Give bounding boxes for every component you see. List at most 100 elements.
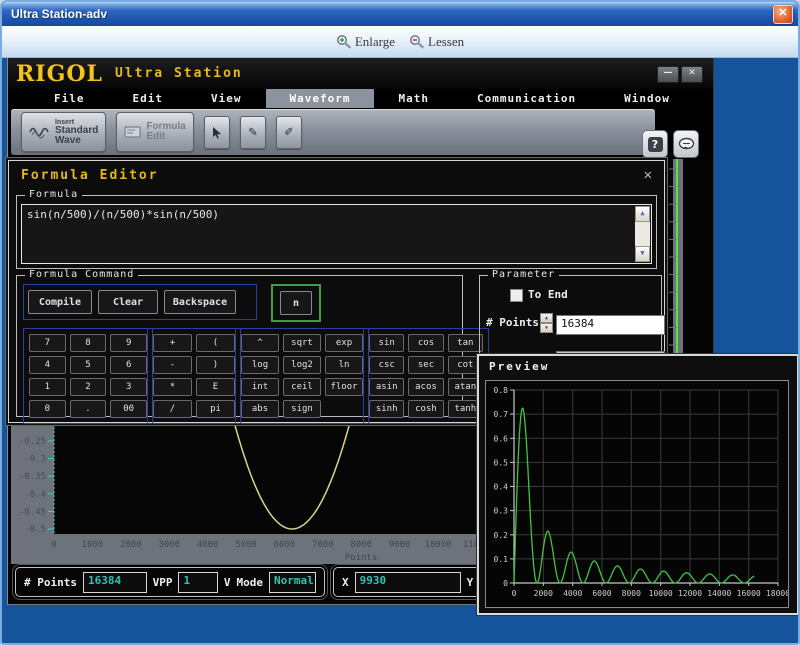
points-input[interactable]: 16384 bbox=[556, 315, 665, 335]
key-sec[interactable]: sec bbox=[408, 356, 443, 374]
svg-text:0.1: 0.1 bbox=[494, 555, 509, 564]
svg-text:0.3: 0.3 bbox=[494, 507, 509, 516]
svg-text:14000: 14000 bbox=[707, 589, 731, 598]
menu-item-file[interactable]: File bbox=[30, 89, 109, 108]
svg-text:4000: 4000 bbox=[563, 589, 582, 598]
insert-standard-wave-button[interactable]: Insert Standard Wave bbox=[21, 112, 106, 152]
key-ln[interactable]: ln bbox=[325, 356, 363, 374]
svg-text:12000: 12000 bbox=[678, 589, 702, 598]
key--[interactable]: - bbox=[153, 356, 192, 374]
key-asin[interactable]: asin bbox=[369, 378, 404, 396]
compile-button[interactable]: Compile bbox=[28, 290, 92, 314]
clear-button[interactable]: Clear bbox=[98, 290, 158, 314]
svg-text:4000: 4000 bbox=[197, 540, 219, 550]
key-2[interactable]: 2 bbox=[70, 378, 107, 396]
marker-pen-icon: ✐ bbox=[285, 124, 293, 140]
key-ceil[interactable]: ceil bbox=[283, 378, 321, 396]
scroll-down-icon[interactable]: ▼ bbox=[635, 246, 650, 262]
app-minimize-button[interactable]: — bbox=[657, 66, 679, 83]
key-([interactable]: ( bbox=[196, 334, 235, 352]
key-floor[interactable]: floor bbox=[325, 378, 363, 396]
svg-text:-0.3: -0.3 bbox=[24, 455, 46, 465]
app-close-button[interactable]: ✕ bbox=[681, 66, 703, 83]
variable-n-group: n bbox=[271, 284, 321, 322]
key-.[interactable]: . bbox=[70, 400, 107, 418]
backspace-button[interactable]: Backspace bbox=[164, 290, 236, 314]
key-4[interactable]: 4 bbox=[29, 356, 66, 374]
status-mode-field[interactable]: Normal bbox=[269, 572, 316, 593]
key-^[interactable]: ^ bbox=[241, 334, 279, 352]
status-vpp-field[interactable]: 1 bbox=[178, 572, 217, 593]
formula-group-label: Formula bbox=[25, 189, 82, 200]
cursor-tool-button[interactable] bbox=[204, 116, 230, 149]
toolbar-zone: Insert Standard Wave Formula Edit bbox=[8, 108, 713, 159]
key-exp[interactable]: exp bbox=[325, 334, 363, 352]
numeric-keypad: 789 456 123 0.00 bbox=[23, 328, 153, 424]
key-int[interactable]: int bbox=[241, 378, 279, 396]
key-E[interactable]: E bbox=[196, 378, 235, 396]
key-7[interactable]: 7 bbox=[29, 334, 66, 352]
points-spinner[interactable]: ▲ ▼ bbox=[540, 313, 553, 333]
key-csc[interactable]: csc bbox=[369, 356, 404, 374]
key-cosh[interactable]: cosh bbox=[408, 400, 443, 418]
menu-item-communication[interactable]: Communication bbox=[453, 89, 600, 108]
outer-window: Ultra Station-adv ✕ Enlarge Lessen RIGOL bbox=[0, 0, 800, 645]
to-end-checkbox[interactable] bbox=[510, 289, 523, 302]
spinner-up-icon[interactable]: ▲ bbox=[540, 313, 553, 323]
enlarge-button[interactable]: Enlarge bbox=[336, 34, 395, 50]
screen: Ultra Station-adv ✕ Enlarge Lessen RIGOL bbox=[0, 0, 800, 645]
help-button[interactable]: ? bbox=[642, 130, 668, 158]
menu-item-waveform[interactable]: Waveform bbox=[266, 89, 375, 108]
key-sqrt[interactable]: sqrt bbox=[283, 334, 321, 352]
formula-scrollbar[interactable]: ▲ ▼ bbox=[635, 206, 650, 262]
svg-text:8000: 8000 bbox=[350, 540, 372, 550]
formula-input[interactable]: sin(n/500)/(n/500)*sin(n/500) ▲ ▼ bbox=[21, 204, 652, 264]
key-acos[interactable]: acos bbox=[408, 378, 443, 396]
menu-item-math[interactable]: Math bbox=[374, 89, 453, 108]
app-titlebar[interactable]: RIGOL Ultra Station — ✕ bbox=[8, 58, 713, 89]
parameter-group-label: Parameter bbox=[488, 269, 559, 280]
key-log2[interactable]: log2 bbox=[283, 356, 321, 374]
key-9[interactable]: 9 bbox=[110, 334, 147, 352]
key-*[interactable]: * bbox=[153, 378, 192, 396]
status-x-label: X bbox=[342, 576, 349, 589]
pen-tool-button[interactable]: ✎ bbox=[240, 116, 266, 149]
spinner-down-icon[interactable]: ▼ bbox=[540, 323, 553, 333]
key-1[interactable]: 1 bbox=[29, 378, 66, 396]
key-0[interactable]: 0 bbox=[29, 400, 66, 418]
key-sign[interactable]: sign bbox=[283, 400, 321, 418]
key-cos[interactable]: cos bbox=[408, 334, 443, 352]
key-00[interactable]: 00 bbox=[110, 400, 147, 418]
status-points-field[interactable]: 16384 bbox=[83, 572, 147, 593]
key-tan[interactable]: tan bbox=[448, 334, 483, 352]
status-x-field[interactable]: 9930 bbox=[355, 572, 461, 593]
outer-close-button[interactable]: ✕ bbox=[773, 5, 793, 24]
key-sin[interactable]: sin bbox=[369, 334, 404, 352]
outer-titlebar[interactable]: Ultra Station-adv ✕ bbox=[2, 2, 798, 26]
key-3[interactable]: 3 bbox=[110, 378, 147, 396]
key-sinh[interactable]: sinh bbox=[369, 400, 404, 418]
desktop-area: RIGOL Ultra Station — ✕ FileEditViewWave… bbox=[2, 58, 798, 643]
key-pi[interactable]: pi bbox=[196, 400, 235, 418]
svg-text:Points: Points bbox=[345, 553, 378, 563]
lessen-button[interactable]: Lessen bbox=[409, 34, 464, 50]
formula-edit-button[interactable]: Formula Edit bbox=[116, 112, 193, 152]
key-abs[interactable]: abs bbox=[241, 400, 279, 418]
key-log[interactable]: log bbox=[241, 356, 279, 374]
scroll-up-icon[interactable]: ▲ bbox=[635, 206, 650, 222]
key-+[interactable]: + bbox=[153, 334, 192, 352]
key-8[interactable]: 8 bbox=[70, 334, 107, 352]
menu-item-view[interactable]: View bbox=[187, 89, 266, 108]
key-)[interactable]: ) bbox=[196, 356, 235, 374]
svg-text:2000: 2000 bbox=[534, 589, 553, 598]
menu-item-edit[interactable]: Edit bbox=[109, 89, 188, 108]
wave-icon bbox=[29, 124, 51, 140]
formula-editor-close-button[interactable]: ✕ bbox=[644, 167, 652, 183]
marker-tool-button[interactable]: ✐ bbox=[276, 116, 302, 149]
key-5[interactable]: 5 bbox=[70, 356, 107, 374]
key-/[interactable]: / bbox=[153, 400, 192, 418]
key-6[interactable]: 6 bbox=[110, 356, 147, 374]
feedback-button[interactable] bbox=[673, 130, 699, 158]
menu-item-window[interactable]: Window bbox=[600, 89, 694, 108]
variable-n-button[interactable]: n bbox=[280, 291, 312, 315]
